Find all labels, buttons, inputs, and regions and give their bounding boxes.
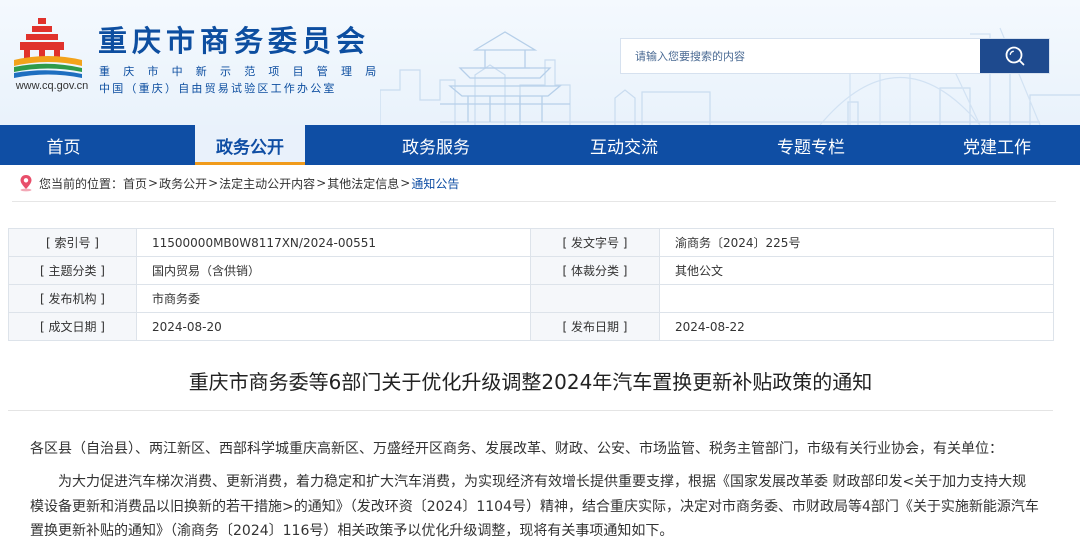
document-meta-table: [ 索引号 ] 11500000MB0W8117XN/2024-00551 [ … [8, 228, 1054, 341]
article-title: 重庆市商务委等6部门关于优化升级调整2024年汽车置换更新补贴政策的通知 [188, 370, 873, 394]
breadcrumb-prefix: 您当前的位置： [39, 176, 124, 191]
nav-item-interaction[interactable]: 互动交流 [568, 125, 680, 165]
search-button[interactable] [980, 39, 1049, 73]
meta-row: [ 主题分类 ] 国内贸易（含供销） [ 体裁分类 ] 其他公文 [8, 256, 1054, 285]
search-bar [620, 38, 1050, 74]
breadcrumb-notices[interactable]: 通知公告 [411, 175, 459, 192]
meta-label-created-date: [ 成文日期 ] [8, 312, 137, 341]
nav-item-special-topics[interactable]: 专题专栏 [755, 125, 867, 165]
nav-item-home[interactable]: 首页 [0, 125, 127, 165]
breadcrumb-home[interactable]: 首页 [123, 175, 147, 192]
breadcrumb-separator: > [316, 176, 327, 190]
meta-label-doc-no: [ 发文字号 ] [530, 228, 660, 257]
search-icon [1005, 46, 1024, 66]
site-url: www.cq.gov.cn [15, 80, 89, 92]
nav-item-party-building[interactable]: 党建工作 [941, 125, 1053, 165]
meta-value-genre: 其他公文 [659, 256, 1054, 285]
meta-label-genre: [ 体裁分类 ] [530, 256, 660, 285]
meta-value-doc-no: 渝商务〔2024〕225号 [659, 228, 1054, 257]
meta-value-index: 11500000MB0W8117XN/2024-00551 [136, 228, 531, 257]
site-subtitle-1: 重庆市中新示范项目管理局 [99, 65, 390, 78]
site-subtitle-2: 中国（重庆）自由贸易试验区工作办公室 [99, 82, 337, 95]
breadcrumb: 您当前的位置： 首页 > 政务公开 > 法定主动公开内容 > 其他法定信息 > … [18, 173, 459, 193]
breadcrumb-other-statutory-info[interactable]: 其他法定信息 [327, 175, 399, 192]
breadcrumb-gov-affairs[interactable]: 政务公开 [159, 175, 207, 192]
search-input[interactable] [621, 39, 980, 73]
meta-value-topic: 国内贸易（含供销） [136, 256, 531, 285]
breadcrumb-separator: > [148, 176, 159, 190]
meta-row: [ 发布机构 ] 市商务委 [8, 284, 1054, 313]
breadcrumb-separator: > [400, 176, 411, 190]
article-paragraph-addressees: 各区县（自治县）、两江新区、西部科学城重庆高新区、万盛经开区商务、发展改革、财政… [30, 441, 1003, 457]
breadcrumb-statutory-disclosure[interactable]: 法定主动公开内容 [219, 175, 315, 192]
nav-item-gov-services[interactable]: 政务服务 [380, 125, 492, 165]
site-title: 重庆市商务委员会 [98, 24, 371, 58]
site-logo-icon [14, 18, 82, 78]
meta-label-issuer: [ 发布机构 ] [8, 284, 137, 313]
meta-label-index: [ 索引号 ] [8, 228, 137, 257]
meta-label-published-date: [ 发布日期 ] [530, 312, 660, 341]
meta-row: [ 成文日期 ] 2024-08-20 [ 发布日期 ] 2024-08-22 [8, 312, 1054, 341]
main-nav: 首页 政务公开 政务服务 互动交流 专题专栏 党建工作 [0, 125, 1080, 165]
breadcrumb-divider [12, 201, 1056, 202]
meta-label-topic: [ 主题分类 ] [8, 256, 137, 285]
breadcrumb-separator: > [208, 176, 219, 190]
meta-label-empty [530, 284, 660, 313]
meta-value-issuer: 市商务委 [136, 284, 531, 313]
article-paragraph-body: 为大力促进汽车梯次消费、更新消费，着力稳定和扩大汽车消费，为实现经济有效增长提供… [30, 474, 1039, 539]
article-title-divider [8, 410, 1053, 411]
meta-row: [ 索引号 ] 11500000MB0W8117XN/2024-00551 [ … [8, 228, 1054, 257]
meta-value-published-date: 2024-08-22 [659, 312, 1054, 341]
site-header: www.cq.gov.cn 重庆市商务委员会 重庆市中新示范项目管理局 中国（重… [0, 0, 1080, 125]
location-pin-icon [20, 175, 32, 192]
nav-item-gov-affairs[interactable]: 政务公开 [195, 125, 305, 165]
meta-value-empty [659, 284, 1054, 313]
meta-value-created-date: 2024-08-20 [136, 312, 531, 341]
